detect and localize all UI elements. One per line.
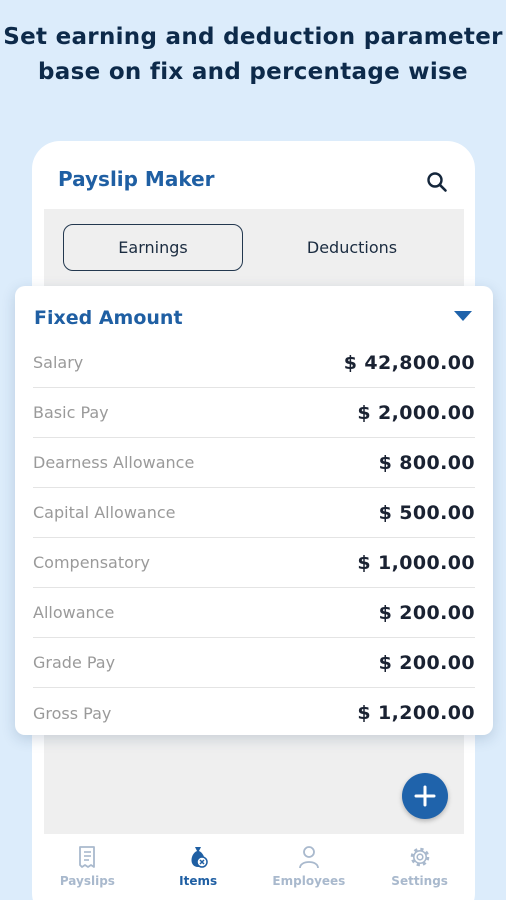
tab-earnings[interactable]: Earnings [63, 224, 243, 271]
item-value: $ 200.00 [378, 651, 475, 674]
search-button[interactable] [422, 167, 452, 197]
list-item[interactable]: Grade Pay $ 200.00 [33, 638, 475, 688]
nav-label-employees: Employees [272, 874, 346, 888]
search-icon [427, 172, 447, 192]
person-icon [298, 846, 319, 869]
item-value: $ 42,800.00 [343, 351, 475, 374]
item-value: $ 1,000.00 [357, 551, 475, 574]
nav-item-payslips[interactable]: Payslips [32, 834, 143, 900]
item-value: $ 200.00 [378, 601, 475, 624]
item-label: Allowance [33, 603, 115, 622]
list-item[interactable]: Compensatory $ 1,000.00 [33, 538, 475, 588]
nav-item-items[interactable]: Items [143, 834, 254, 900]
nav-item-employees[interactable]: Employees [254, 834, 365, 900]
nav-label-items: Items [179, 874, 218, 888]
item-label: Capital Allowance [33, 503, 176, 522]
nav-item-settings[interactable]: Settings [364, 834, 475, 900]
item-label: Grade Pay [33, 653, 116, 672]
earnings-list: Salary $ 42,800.00 Basic Pay $ 2,000.00 … [33, 338, 475, 738]
bottom-nav: Payslips Items Employees Settings [32, 834, 475, 900]
gear-icon [410, 847, 429, 867]
item-label: Gross Pay [33, 703, 112, 723]
list-item[interactable]: Gross Pay $ 1,200.00 [33, 688, 475, 738]
list-item[interactable]: Salary $ 42,800.00 [33, 338, 475, 388]
list-item[interactable]: Allowance $ 200.00 [33, 588, 475, 638]
card-title: Fixed Amount [34, 307, 183, 329]
list-item[interactable]: Capital Allowance $ 500.00 [33, 488, 475, 538]
item-value: $ 1,200.00 [357, 702, 475, 724]
item-label: Basic Pay [33, 403, 109, 422]
nav-label-settings: Settings [391, 874, 448, 888]
item-label: Dearness Allowance [33, 453, 195, 472]
list-item[interactable]: Dearness Allowance $ 800.00 [33, 438, 475, 488]
plus-icon [414, 785, 436, 807]
promo-headline: Set earning and deduction parameter base… [3, 24, 503, 85]
item-label: Salary [33, 353, 84, 372]
nav-label-payslips: Payslips [59, 874, 115, 888]
payslip-icon [79, 846, 96, 868]
chevron-down-icon[interactable] [454, 311, 472, 321]
item-value: $ 2,000.00 [357, 401, 475, 424]
add-item-button[interactable] [402, 773, 448, 819]
tab-deductions[interactable]: Deductions [262, 224, 442, 271]
fixed-amount-card: Fixed Amount Salary $ 42,800.00 Basic Pa… [15, 286, 493, 735]
money-bag-icon [191, 847, 208, 868]
item-value: $ 800.00 [378, 451, 475, 474]
item-value: $ 500.00 [378, 501, 475, 524]
app-title: Payslip Maker [58, 167, 215, 191]
item-label: Compensatory [33, 553, 150, 572]
list-item[interactable]: Basic Pay $ 2,000.00 [33, 388, 475, 438]
